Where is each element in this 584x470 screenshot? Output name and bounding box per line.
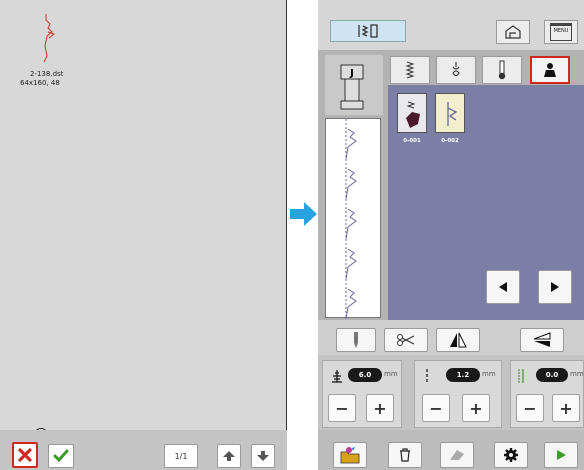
width-value: 6.0 — [348, 368, 382, 382]
tension-decrease-button[interactable]: − — [516, 394, 544, 422]
stitch-mode-display[interactable] — [330, 20, 406, 42]
length-icon — [424, 368, 430, 384]
length-increase-button[interactable]: + — [462, 394, 490, 422]
triangle-left-icon — [499, 282, 507, 292]
stitch-preview — [325, 118, 381, 320]
confirm-button[interactable] — [48, 444, 74, 468]
thermometer-icon — [498, 60, 506, 80]
tension-unit: mm — [570, 370, 584, 378]
file-name: 2-138.dst — [30, 70, 64, 78]
file-dimensions: 64x160, 48 — [20, 79, 60, 87]
trash-icon — [400, 448, 410, 462]
presser-foot-icon: J — [340, 64, 364, 110]
zigzag-icon — [405, 61, 415, 79]
length-value: 1.2 — [446, 368, 480, 382]
design-tile-1[interactable] — [397, 93, 427, 133]
checkmark-icon — [53, 449, 69, 463]
needle-icon — [354, 332, 358, 348]
design-2-icon — [447, 102, 458, 126]
tension-value: 0.0 — [536, 368, 568, 382]
mirror-button[interactable] — [436, 328, 480, 352]
design-code-2: 0-002 — [441, 138, 459, 144]
page-indicator-label: 1/1 — [174, 451, 188, 461]
home-icon — [505, 25, 521, 39]
triangle-right-icon — [551, 282, 559, 292]
design-thumbnail[interactable] — [34, 12, 64, 67]
file-label: 2-138.dst 64x160, 48 — [20, 70, 90, 88]
width-unit: mm — [384, 370, 398, 378]
length-decrease-button[interactable]: − — [422, 394, 450, 422]
mirror-horizontal-icon — [533, 332, 551, 347]
design-code-1: 0-001 — [403, 138, 421, 144]
scroll-right-button[interactable] — [538, 270, 572, 304]
menu-button[interactable]: MENU — [544, 20, 578, 44]
needle-position-button[interactable] — [336, 328, 376, 352]
home-button[interactable] — [496, 20, 530, 44]
scissors-icon — [397, 334, 415, 346]
stitch-mode-icon — [358, 24, 378, 38]
tab-decorative-stitches[interactable] — [436, 56, 476, 84]
settings-button[interactable] — [494, 442, 528, 468]
transition-arrow — [288, 200, 318, 228]
cancel-button[interactable] — [12, 442, 38, 468]
stitch-preview-icon — [345, 119, 357, 320]
person-icon — [544, 63, 556, 77]
edit-button[interactable] — [440, 442, 474, 468]
design-tile-2[interactable] — [435, 93, 465, 133]
play-button[interactable] — [544, 442, 578, 468]
decorative-stitch-icon — [452, 62, 460, 77]
file-browser-toolbar — [0, 430, 287, 470]
design-1-icon — [406, 101, 420, 128]
scroll-left-button[interactable] — [486, 270, 520, 304]
close-icon — [18, 448, 32, 462]
mirror-horizontal-button[interactable] — [520, 328, 564, 352]
presser-foot-indicator: J — [325, 55, 383, 115]
delete-button[interactable] — [388, 442, 422, 468]
length-unit: mm — [482, 370, 496, 378]
open-file-button[interactable] — [333, 442, 367, 468]
svg-text:J: J — [349, 68, 354, 79]
page-indicator: 1/1 — [164, 444, 198, 468]
width-icon — [330, 368, 344, 383]
arrow-up-icon — [223, 451, 235, 461]
page-down-button[interactable] — [251, 444, 275, 468]
gear-icon — [504, 448, 518, 462]
page-up-button[interactable] — [217, 444, 241, 468]
play-icon — [557, 450, 566, 460]
width-increase-button[interactable]: + — [366, 394, 394, 422]
thread-cutter-button[interactable] — [384, 328, 428, 352]
tab-quilt-stitches[interactable] — [482, 56, 522, 84]
tension-increase-button[interactable]: + — [552, 394, 580, 422]
folder-open-icon — [340, 447, 360, 464]
tab-utility-stitches[interactable] — [390, 56, 430, 84]
mirror-vertical-icon — [450, 332, 467, 348]
width-decrease-button[interactable]: − — [328, 394, 356, 422]
tab-personal-designs[interactable] — [530, 56, 570, 84]
tension-icon — [516, 368, 526, 384]
eraser-icon — [450, 450, 464, 460]
menu-icon: MENU — [550, 23, 572, 41]
arrow-down-icon — [257, 451, 269, 461]
